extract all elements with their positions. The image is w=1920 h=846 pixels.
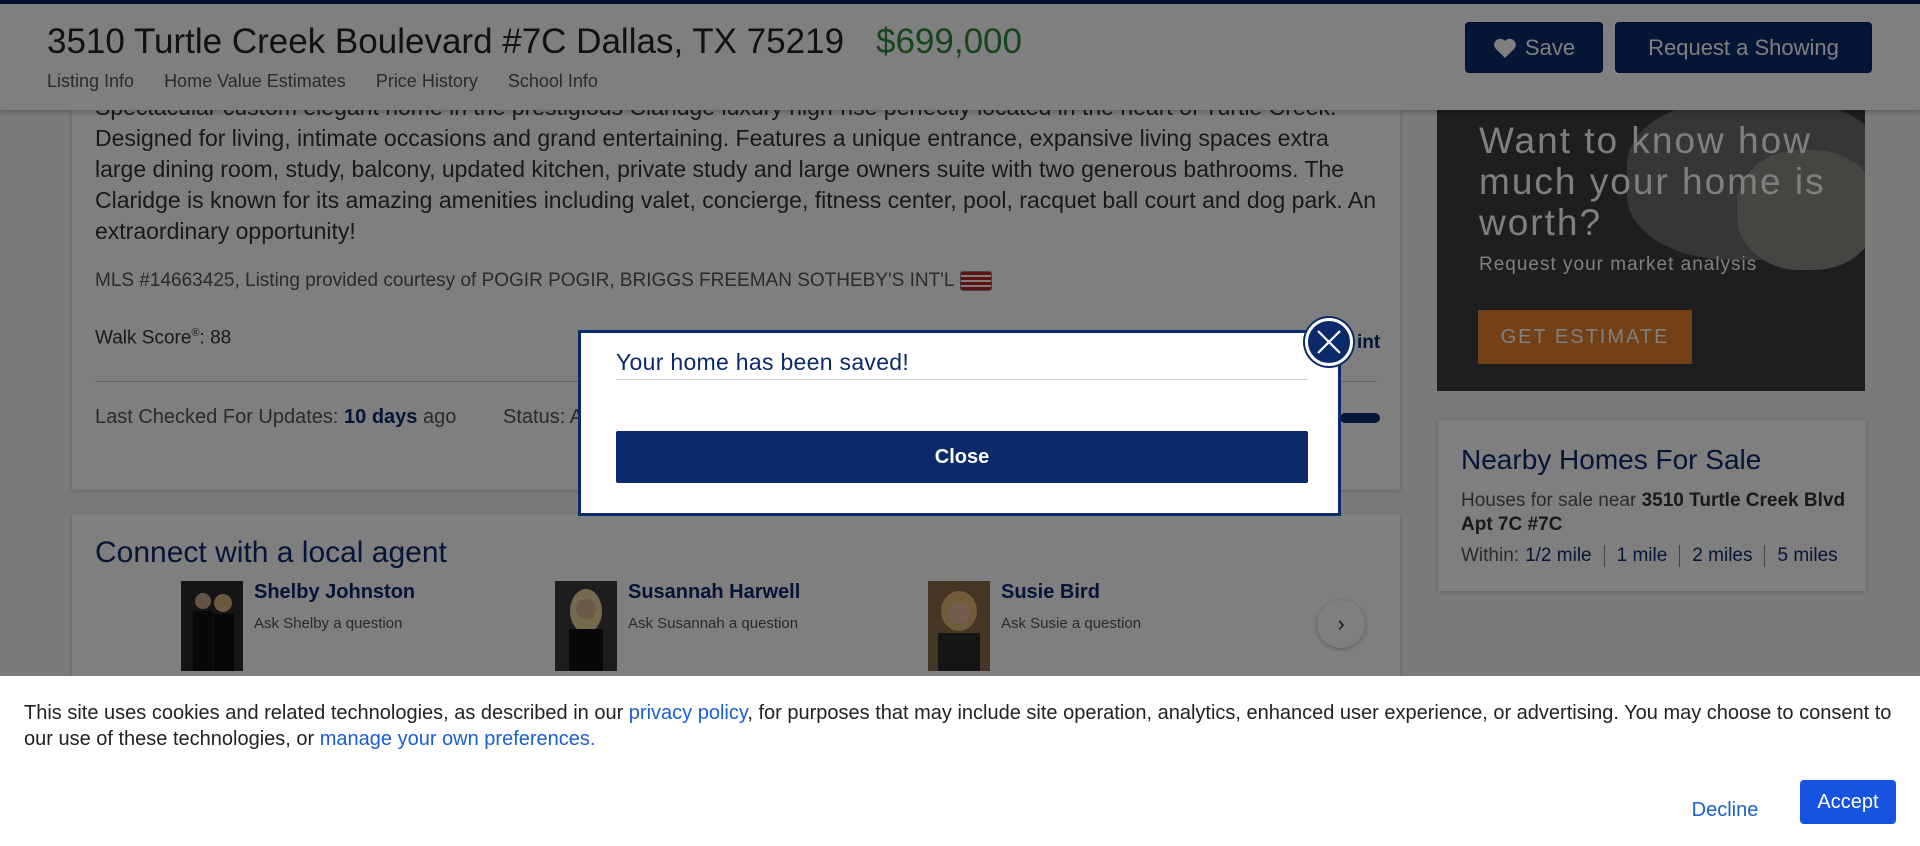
- accept-button[interactable]: Accept: [1800, 780, 1896, 824]
- dialog-divider: [616, 379, 1308, 380]
- saved-dialog: Your home has been saved! Close: [578, 330, 1341, 516]
- cookie-banner: This site uses cookies and related techn…: [0, 676, 1920, 846]
- privacy-policy-link[interactable]: privacy policy: [629, 702, 748, 724]
- dialog-title: Your home has been saved!: [616, 349, 910, 375]
- close-button[interactable]: Close: [616, 431, 1308, 483]
- close-icon[interactable]: [1305, 318, 1353, 366]
- cookie-message: This site uses cookies and related techn…: [24, 700, 1904, 752]
- decline-button[interactable]: Decline: [1678, 788, 1772, 832]
- cookie-text-part: This site uses cookies and related techn…: [24, 702, 629, 724]
- manage-preferences-link[interactable]: manage your own preferences.: [320, 728, 596, 750]
